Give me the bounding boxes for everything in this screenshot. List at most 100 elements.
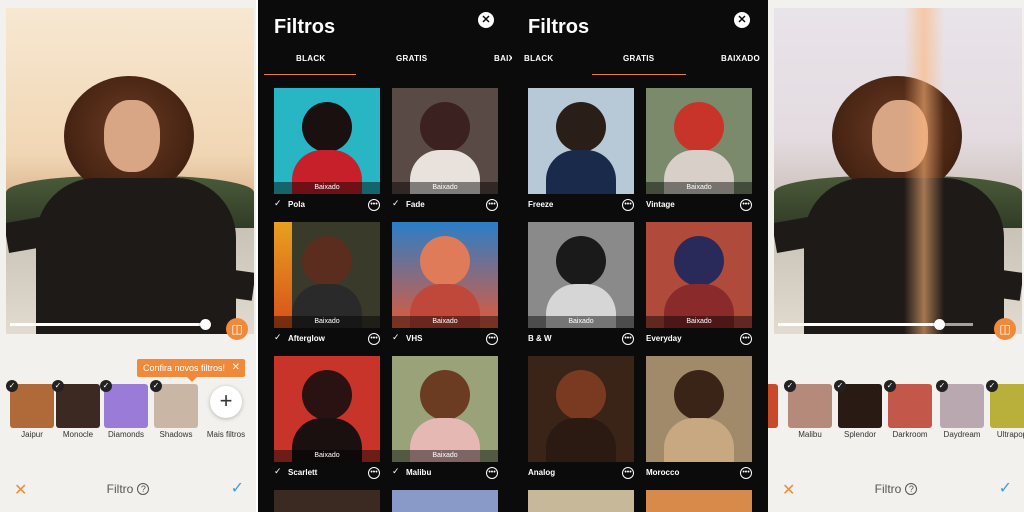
more-options-icon[interactable]: ••• [622,199,634,211]
filter-card-scarlett[interactable]: Baixado [274,356,380,462]
close-icon[interactable]: ✕ [734,12,750,28]
slider-knob[interactable] [200,319,211,330]
check-icon: ✓ [834,380,846,392]
more-options-icon[interactable]: ••• [740,333,752,345]
confirm-icon[interactable]: ✓ [999,478,1012,498]
close-icon[interactable]: ✕ [478,12,494,28]
filter-card-afterglow[interactable]: Baixado [274,222,380,328]
slider-knob[interactable] [934,319,945,330]
photo-preview [774,8,1022,334]
downloaded-badge: Baixado [392,182,498,194]
more-options-icon[interactable]: ••• [486,199,498,211]
check-icon: ✓ [784,380,796,392]
filter-name: Vintage [646,200,675,209]
more-filters-label[interactable]: Mais filtros [196,430,256,439]
tab-gratis[interactable]: GRATIS [623,54,654,63]
close-icon[interactable]: ✕ [232,359,240,377]
check-icon: ✓ [274,332,282,342]
filter-thumb-darkroom[interactable]: ✓ [884,380,932,428]
downloaded-badge: Baixado [274,450,380,462]
filter-name: Afterglow [288,334,325,343]
filter-name: Analog [528,468,556,477]
more-options-icon[interactable]: ••• [486,467,498,479]
bar-title: Filtro? [768,482,1024,496]
more-filters-button[interactable]: + [210,386,242,418]
filter-card-fade[interactable]: Baixado [392,88,498,194]
downloaded-badge: Baixado [528,316,634,328]
more-options-icon[interactable]: ••• [622,333,634,345]
active-tab-indicator [592,74,686,75]
info-icon[interactable]: ? [905,483,918,495]
filter-thumb-partial[interactable] [768,384,778,428]
filter-card-morocco[interactable] [646,356,752,462]
filter-card-bw[interactable]: Baixado [528,222,634,328]
tab-black[interactable]: BLACK [524,54,554,63]
downloaded-badge: Baixado [274,182,380,194]
intensity-slider[interactable] [778,319,973,330]
more-options-icon[interactable]: ••• [622,467,634,479]
filter-thumb-splendor[interactable]: ✓ [834,380,882,428]
more-options-icon[interactable]: ••• [740,467,752,479]
downloaded-badge: Baixado [392,316,498,328]
check-icon: ✓ [52,380,64,392]
tooltip-text: Confira novos filtros! [143,363,226,373]
filter-thumb-monocle[interactable]: ✓ [52,380,100,428]
filter-thumb-ultrapop[interactable]: ✓ [986,380,1024,428]
filter-name: Scarlett [288,468,318,477]
check-icon: ✓ [936,380,948,392]
filter-name: VHS [406,334,423,343]
filter-card-freeze[interactable] [528,88,634,194]
filter-sheet-gratis: Filtros ✕ BLACK GRATIS BAIXADO Freeze ••… [512,0,768,512]
filter-card-vhs[interactable]: Baixado [392,222,498,328]
new-filters-tooltip[interactable]: Confira novos filtros! ✕ [137,359,246,382]
photo-preview [6,8,254,334]
more-options-icon[interactable]: ••• [368,467,380,479]
check-icon: ✓ [392,466,400,476]
sheet-title: Filtros [274,16,336,38]
filter-name: Everyday [646,334,682,343]
compare-button[interactable]: ◫ [226,318,248,340]
title-text: Filtro [874,482,902,496]
check-icon: ✓ [274,198,282,208]
filter-name: Malibu [406,468,432,477]
filter-thumb-malibu[interactable]: ✓ [784,380,832,428]
next-row-partial [646,490,752,512]
sheet-title: Filtros [528,16,590,38]
check-icon: ✓ [986,380,998,392]
check-icon: ✓ [6,380,18,392]
tab-baixado[interactable]: BAIXADO [721,54,760,63]
check-icon: ✓ [392,198,400,208]
filter-card-everyday[interactable]: Baixado [646,222,752,328]
title-text: Filtro [106,482,134,496]
filter-thumb-daydream[interactable]: ✓ [936,380,984,428]
downloaded-badge: Baixado [392,450,498,462]
downloaded-badge: Baixado [274,316,380,328]
more-options-icon[interactable]: ••• [486,333,498,345]
tab-gratis[interactable]: GRATIS [396,54,427,63]
filter-card-pola[interactable]: Baixado [274,88,380,194]
more-options-icon[interactable]: ••• [368,333,380,345]
next-row-partial [528,490,634,512]
confirm-icon[interactable]: ✓ [231,478,244,498]
filter-thumb-shadows[interactable]: ✓ [150,380,198,428]
bottom-bar: ✕ Filtro? ✓ [768,474,1024,504]
more-options-icon[interactable]: ••• [740,199,752,211]
compare-button[interactable]: ◫ [994,318,1016,340]
filter-name: Fade [406,200,425,209]
filter-thumb-jaipur[interactable]: ✓ [6,380,54,428]
bottom-bar: ✕ Filtro? ✓ [0,474,256,504]
info-icon[interactable]: ? [137,483,150,495]
tab-black[interactable]: BLACK [296,54,326,63]
filter-thumb-diamonds[interactable]: ✓ [100,380,148,428]
intensity-slider[interactable] [10,319,211,330]
filter-name: B & W [528,334,552,343]
tab-baixado[interactable]: BAIXADO [494,54,512,63]
filter-card-analog[interactable] [528,356,634,462]
check-icon: ✓ [100,380,112,392]
active-tab-indicator [264,74,356,75]
filter-strip: ✓ Malibu ✓ Splendor ✓ Darkroom ✓ Daydrea… [768,380,1024,460]
filter-card-malibu[interactable]: Baixado [392,356,498,462]
more-options-icon[interactable]: ••• [368,199,380,211]
filter-card-vintage[interactable]: Baixado [646,88,752,194]
editor-panel-left: ◫ Confira novos filtros! ✕ ✓ Jaipur ✓ Mo… [0,0,256,512]
